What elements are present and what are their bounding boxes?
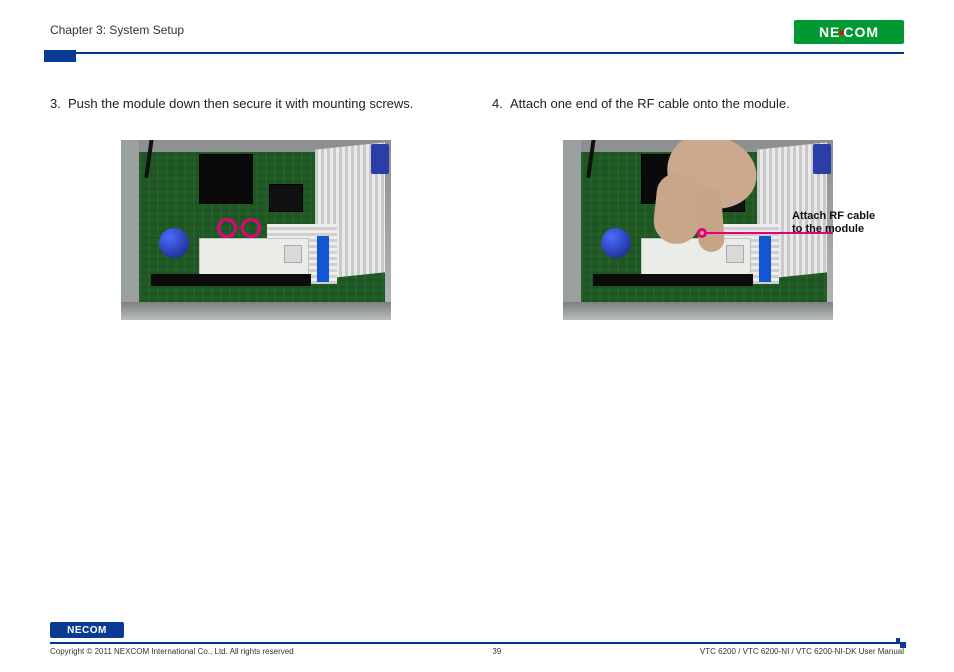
logo-dot-icon [839,30,844,35]
figure-step3-wrap [50,140,462,320]
brand-logo-top: NECOM [794,20,904,44]
header-tab-icon [44,50,76,62]
chapter-title: Chapter 3: System Setup [50,20,184,37]
content-columns: 3. Push the module down then secure it w… [50,94,904,320]
step-number: 3. [50,94,68,114]
brand-logo-bottom: NECOM [50,622,124,638]
chassis-edge [121,140,139,320]
header-rule [50,52,904,54]
step-text: Push the module down then secure it with… [68,94,462,114]
brand-text: NECOM [819,24,879,40]
brand-text: NECOM [67,625,107,636]
vga-port-icon [371,144,389,174]
expansion-slot-icon [593,274,753,286]
vga-port-icon [813,144,831,174]
footer-rule [50,642,904,644]
screw-highlight-icon [241,218,261,238]
chip-icon [269,184,303,212]
page-header: Chapter 3: System Setup NECOM [50,20,904,48]
callout-line1: Attach RF cable [792,210,875,222]
document-title: VTC 6200 / VTC 6200-NI / VTC 6200-NI-DK … [700,647,904,656]
hand-finger-icon [695,187,725,253]
step-number: 4. [492,94,510,114]
sata-port-icon [759,236,771,282]
figure-step3 [121,140,391,320]
figure-callout: Attach RF cable to the module [792,210,888,238]
cpu-chip-icon [199,154,253,204]
step-text: Attach one end of the RF cable onto the … [510,94,904,114]
chassis-bottom [121,302,391,320]
callout-line2: to the module [792,223,864,235]
left-column: 3. Push the module down then secure it w… [50,94,462,320]
rf-point-highlight-icon [697,228,707,238]
coin-cell-icon [601,228,631,258]
step-3: 3. Push the module down then secure it w… [50,94,462,114]
expansion-slot-icon [151,274,311,286]
copyright-text: Copyright © 2011 NEXCOM International Co… [50,647,294,656]
chassis-edge [563,140,581,320]
chassis-bottom [563,302,833,320]
screw-highlight-icon [217,218,237,238]
step-4: 4. Attach one end of the RF cable onto t… [492,94,904,114]
page-number: 39 [492,647,501,656]
coin-cell-icon [159,228,189,258]
page-footer: NECOM Copyright © 2011 NEXCOM Internatio… [50,644,904,656]
right-column: 4. Attach one end of the RF cable onto t… [492,94,904,320]
footer-row: Copyright © 2011 NEXCOM International Co… [50,647,904,656]
sata-port-icon [317,236,329,282]
manual-page: Chapter 3: System Setup NECOM 3. Push th… [0,0,954,672]
figure-step4-wrap: Attach RF cable to the module [492,140,904,320]
footer-ornament-icon [896,638,906,648]
